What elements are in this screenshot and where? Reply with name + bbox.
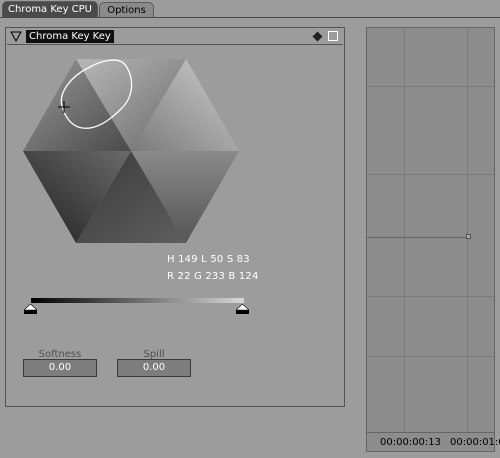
rgb-readout: R 22 G 233 B 124 [167, 271, 259, 282]
reset-square-icon[interactable] [328, 31, 338, 41]
hsl-readout: H 149 L 50 S 83 [167, 254, 250, 265]
start-time-label: 00:00:00:13 [380, 437, 442, 448]
grid-line [367, 86, 494, 87]
softness-field[interactable]: 0.00 [23, 359, 97, 377]
chroma-key-panel: Chroma Key Key H 149 L 50 S 83 R 22 G 23… [5, 27, 345, 407]
tab-divider [0, 17, 500, 18]
grid-line [367, 296, 494, 297]
grid-line [467, 28, 468, 433]
time-ruler: 00:00:00:13 00:00:01:0 [367, 432, 500, 451]
spill-suppression-field[interactable]: 0.00 [117, 359, 191, 377]
collapse-triangle-icon[interactable] [10, 30, 22, 42]
tab-chroma-key-cpu[interactable]: Chroma Key CPU [2, 1, 98, 18]
keyframe-diamond-icon[interactable] [312, 31, 323, 42]
keyframe-marker[interactable] [466, 234, 471, 239]
timeline-pane[interactable]: 00:00:00:13 00:00:01:0 [366, 27, 500, 452]
tab-bar: Chroma Key CPU Options [0, 0, 500, 18]
tab-options[interactable]: Options [99, 2, 154, 18]
keyframe-track-line [367, 237, 467, 238]
left-slider-handle-icon[interactable] [24, 304, 37, 314]
end-time-label: 00:00:01:0 [450, 437, 500, 448]
panel-title: Chroma Key Key [26, 30, 114, 43]
panel-header: Chroma Key Key [7, 29, 343, 45]
grid-line [404, 28, 405, 433]
color-hexagon[interactable] [22, 56, 240, 246]
right-slider-handle-icon[interactable] [236, 304, 249, 314]
luminance-gradient-bar[interactable] [31, 298, 244, 303]
grid-line [367, 356, 494, 357]
grid-line [367, 174, 494, 175]
